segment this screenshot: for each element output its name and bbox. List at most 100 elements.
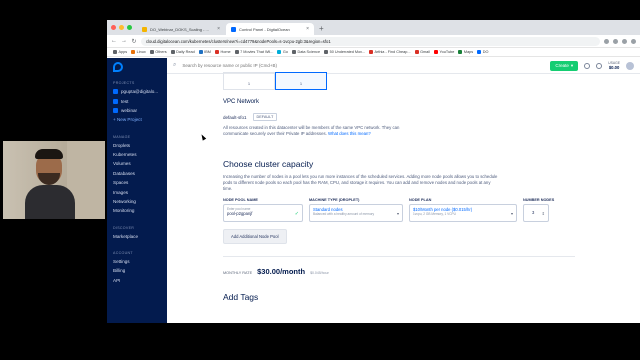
extension-icons: [604, 38, 636, 44]
monthly-rate-price: $30.00/month: [257, 267, 306, 276]
sidebar-item-databases[interactable]: Databases: [107, 169, 167, 178]
sidebar-item-images[interactable]: Images: [107, 187, 167, 196]
tab-favicon: [231, 26, 236, 32]
bookmark-item[interactable]: DO: [477, 50, 488, 54]
help-icon[interactable]: [584, 62, 591, 69]
vpc-help-link[interactable]: What does this mean?: [328, 131, 371, 136]
sidebar-item-volumes[interactable]: Volumes: [107, 159, 167, 168]
browser-tab-0[interactable]: DO_Webinar_DOKS_Scaling - ... ×: [137, 23, 225, 35]
star-icon[interactable]: [604, 38, 609, 44]
sidebar-item-billing[interactable]: Billing: [107, 266, 167, 275]
bookmark-item[interactable]: Home: [214, 50, 231, 54]
tab-title: DO_Webinar_DOKS_Scaling - ...: [150, 26, 209, 32]
url-field[interactable]: cloud.digitalocean.com/kubernetes/cluste…: [141, 36, 600, 46]
bookmark-item[interactable]: Daily Read: [170, 50, 195, 54]
browser-tab-1[interactable]: Control Panel - DigitalOcean ×: [226, 23, 314, 35]
machine-type-sub: Balanced with a healthy amount of memory: [313, 212, 375, 216]
maximize-window-icon[interactable]: [127, 25, 132, 30]
sidebar-item-droplets[interactable]: Droplets: [107, 141, 167, 150]
close-tab-icon[interactable]: ×: [306, 26, 309, 32]
col-number-nodes: NUMBER NODES: [523, 198, 555, 202]
profile-icon[interactable]: [622, 38, 627, 44]
pool-name-field[interactable]: Enter pool name pool-p2gpanjf ✓: [223, 204, 303, 222]
create-label: Create: [555, 63, 569, 68]
close-tab-icon[interactable]: ×: [217, 26, 220, 32]
sidebar-item-monitoring[interactable]: Monitoring: [107, 206, 167, 215]
new-tab-button[interactable]: +: [315, 23, 328, 35]
reload-icon[interactable]: ↻: [131, 38, 137, 45]
digitalocean-logo-icon[interactable]: [113, 62, 123, 72]
sidebar-item-spaces[interactable]: Spaces: [107, 178, 167, 187]
extension-icon[interactable]: [613, 38, 618, 44]
node-pool-header: NODE POOL NAME MACHINE TYPE (DROPLET) NO…: [223, 198, 640, 202]
account-list: Settings Billing API: [107, 257, 167, 285]
sidebar-item-project-1[interactable]: test: [107, 96, 167, 105]
bookmark-item[interactable]: YouTube: [433, 50, 454, 54]
sidebar-item-marketplace[interactable]: Marketplace: [107, 232, 167, 241]
col-pool-name: NODE POOL NAME: [223, 198, 258, 202]
bookmark-item[interactable]: Maps: [458, 50, 473, 54]
search-icon: ⌕: [173, 62, 177, 68]
vpc-heading: VPC Network: [223, 99, 260, 105]
forward-icon[interactable]: →: [121, 38, 127, 44]
bookmark-item[interactable]: 50 Underrated Mov...: [324, 50, 365, 54]
bookmark-item[interactable]: Linux: [131, 50, 146, 54]
machine-type-select[interactable]: Standard nodes Balanced with a healthy a…: [309, 204, 403, 222]
vpc-default-badge: DEFAULT: [252, 113, 278, 121]
minimize-window-icon[interactable]: [119, 25, 124, 30]
node-pool-row: Enter pool name pool-p2gpanjf ✓ Standard…: [223, 204, 640, 222]
search-input[interactable]: [182, 63, 545, 68]
monthly-rate-label: MONTHLY RATE: [223, 271, 253, 275]
number-nodes-stepper[interactable]: 3 ⇕: [523, 204, 549, 222]
new-project-link[interactable]: + New Project: [107, 115, 167, 124]
bookmark-label: Others: [155, 50, 167, 54]
stepper-icon[interactable]: ⇕: [542, 211, 545, 216]
bookmark-item[interactable]: Apps: [113, 50, 127, 54]
sidebar-item-networking[interactable]: Networking: [107, 197, 167, 206]
sidebar-item-api[interactable]: API: [107, 276, 167, 285]
webcam-feed: [3, 141, 105, 219]
bookmark-item[interactable]: Data Science: [291, 50, 320, 54]
usage-display[interactable]: USAGE $0.00: [608, 61, 620, 69]
bookmark-label: Maps: [463, 50, 474, 54]
capacity-description: Increasing the number of nodes in a pool…: [223, 174, 498, 191]
browser-window: DO_Webinar_DOKS_Scaling - ... × Control …: [107, 20, 640, 323]
sidebar: PROJECTS pgupta@digitalo... test webinar…: [107, 58, 167, 323]
do-control-panel: PROJECTS pgupta@digitalo... test webinar…: [107, 58, 640, 323]
bookmark-item[interactable]: Others: [149, 50, 167, 54]
window-controls: [111, 20, 132, 35]
sidebar-item-project-2[interactable]: webinar: [107, 106, 167, 115]
datacenter-option-selected[interactable]: 1: [275, 72, 327, 90]
bookmark-item[interactable]: IBM: [198, 50, 211, 54]
monthly-rate: MONTHLY RATE $30.00/month $0.045/hour: [223, 267, 640, 276]
sidebar-item-settings[interactable]: Settings: [107, 257, 167, 266]
menu-icon[interactable]: [631, 38, 636, 44]
pool-name-value: pool-p2gpanjf: [227, 211, 253, 216]
add-node-pool-button[interactable]: Add Additional Node Pool: [223, 229, 287, 244]
bookmark-item[interactable]: Gmail: [414, 50, 430, 54]
hourly-rate: $0.045/hour: [310, 271, 329, 275]
capacity-heading: Choose cluster capacity: [223, 159, 314, 169]
back-icon[interactable]: ←: [111, 38, 117, 44]
check-icon: ✓: [294, 211, 299, 217]
create-button[interactable]: Create ▾: [550, 60, 579, 71]
sidebar-item-label: webinar: [121, 107, 138, 113]
bookmark-item[interactable]: Go: [277, 50, 288, 54]
sidebar-item-kubernetes[interactable]: Kubernetes: [107, 150, 167, 159]
col-node-plan: NODE PLAN: [409, 198, 432, 202]
close-window-icon[interactable]: [111, 25, 116, 30]
bookmark-item[interactable]: 7 Movies That Wil...: [234, 50, 273, 54]
main-content: ⌕ Create▾ USAGE$0.00 1 1 VPC Network: [167, 58, 640, 323]
bookmark-item[interactable]: Arthia - Find Cheap...: [368, 50, 411, 54]
node-plan-select[interactable]: $10/Month per node ($0.015/hr) 1vcpu, 2 …: [409, 204, 517, 222]
avatar[interactable]: [626, 61, 634, 70]
bookmark-icon: [277, 50, 282, 54]
bookmark-label: Linux: [136, 50, 146, 54]
tab-favicon: [142, 26, 147, 32]
datacenter-option[interactable]: 1: [223, 72, 275, 90]
node-plan-sub: 1vcpu, 2 GB Memory, 1 VCPU: [413, 212, 456, 216]
chevron-down-icon: ▾: [570, 62, 574, 68]
sidebar-item-project-0[interactable]: pgupta@digitalo...: [107, 87, 167, 96]
notifications-icon[interactable]: [596, 62, 603, 69]
sidebar-item-label: pgupta@digitalo...: [121, 89, 159, 95]
